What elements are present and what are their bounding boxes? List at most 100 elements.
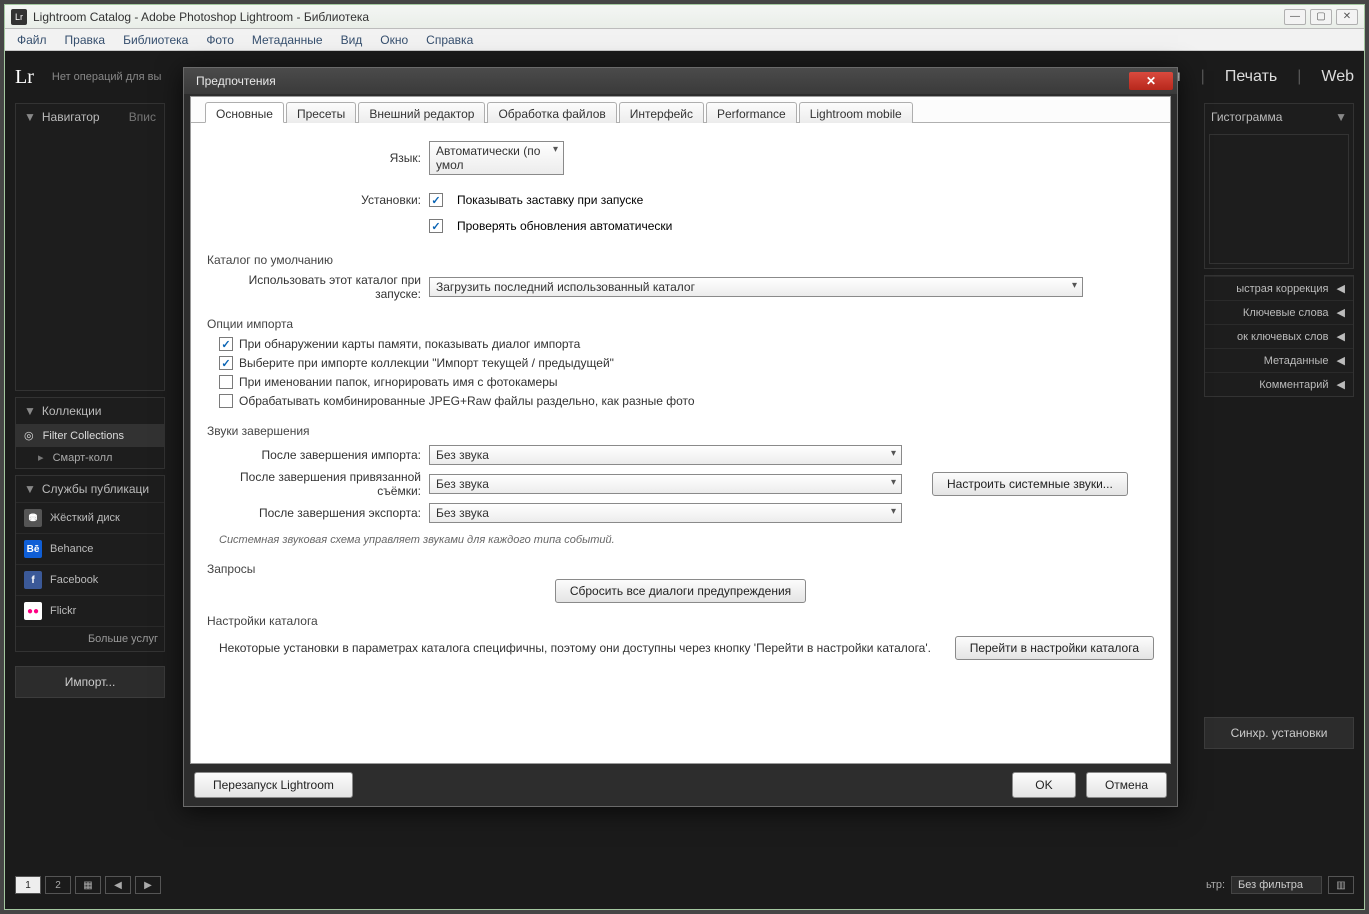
sound-import-select[interactable]: Без звука [429,445,902,465]
module-separator: | [1201,68,1205,86]
tab-interface[interactable]: Интерфейс [619,102,704,123]
cancel-button[interactable]: Отмена [1086,772,1167,798]
flickr-icon: ●● [24,602,42,620]
panel-keywords[interactable]: Ключевые слова ◀ [1205,300,1353,324]
sound-tether-select[interactable]: Без звука [429,474,902,494]
dialog-close-button[interactable]: ✕ [1129,72,1173,90]
ignore-camera-name-checkbox[interactable] [219,375,233,389]
check-updates-checkbox[interactable] [429,219,443,233]
panel-keywords-label: Ключевые слова [1243,307,1329,319]
sounds-group-title: Звуки завершения [207,424,1154,438]
ok-button[interactable]: OK [1012,772,1076,798]
reset-dialogs-button[interactable]: Сбросить все диалоги предупреждения [555,579,806,603]
dialog-titlebar: Предпочтения ✕ [184,68,1177,94]
publish-service-flickr[interactable]: ●● Flickr [16,595,164,626]
panel-collections[interactable]: ▼ Коллекции [16,398,164,424]
module-web[interactable]: Web [1321,68,1354,86]
lr-no-op-text: Нет операций для вы [52,71,161,83]
nav-next[interactable]: ▶ [135,876,161,894]
filmstrip-bar: 1 2 ▦ ◀ ▶ ьтр: Без фильтра ▥ [15,873,1354,897]
startup-catalog-select[interactable]: Загрузить последний использованный катал… [429,277,1083,297]
ignore-camera-name-label: При именовании папок, игнорировать имя с… [239,375,558,389]
publish-service-hdd[interactable]: ⛃ Жёсткий диск [16,502,164,533]
nav-prev[interactable]: ◀ [105,876,131,894]
import-options-group-title: Опции импорта [207,317,1154,331]
sync-settings-button[interactable]: Синхр. установки [1204,717,1354,749]
chevron-left-icon: ◀ [1337,330,1345,343]
publish-service-behance[interactable]: Bē Behance [16,533,164,564]
behance-icon: Bē [24,540,42,558]
tab-external-editor[interactable]: Внешний редактор [358,102,485,123]
language-select[interactable]: Автоматически (по умол [429,141,564,175]
module-separator: | [1297,68,1301,86]
tab-file-handling[interactable]: Обработка файлов [487,102,616,123]
panel-metadata-label: Метаданные [1264,355,1329,367]
menu-help[interactable]: Справка [418,31,481,49]
app-titlebar: Lr Lightroom Catalog - Adobe Photoshop L… [5,5,1364,29]
language-label: Язык: [207,151,429,165]
lr-logo: Lr [15,66,34,89]
menubar: Файл Правка Библиотека Фото Метаданные В… [5,29,1364,51]
sound-export-select[interactable]: Без звука [429,503,902,523]
chevron-down-icon: ▼ [24,404,36,418]
panel-comment[interactable]: Комментарий ◀ [1205,372,1353,396]
import-button[interactable]: Импорт... [15,666,165,698]
filter-select[interactable]: Без фильтра [1231,876,1322,894]
panel-publish-label: Службы публикаци [42,482,149,496]
menu-library[interactable]: Библиотека [115,31,196,49]
menu-edit[interactable]: Правка [57,31,114,49]
tab-general[interactable]: Основные [205,102,284,123]
menu-file[interactable]: Файл [9,31,55,49]
more-services-link[interactable]: Больше услуг [16,626,164,651]
panel-navigator[interactable]: ▼ Навигатор Впис [16,104,164,130]
window-maximize-button[interactable]: ▢ [1310,9,1332,25]
panel-quick-label: ыстрая коррекция [1236,283,1328,295]
module-print[interactable]: Печать [1225,68,1277,86]
window-minimize-button[interactable]: — [1284,9,1306,25]
import-dialog-checkbox[interactable] [219,337,233,351]
view-mode-1[interactable]: 1 [15,876,41,894]
filter-lock-icon[interactable]: ▥ [1328,876,1354,894]
panel-histogram[interactable]: Гистограмма ▼ [1205,104,1353,130]
publish-service-hdd-label: Жёсткий диск [50,512,120,524]
navigator-sub: Впис [129,110,156,124]
sounds-hint: Системная звуковая схема управляет звука… [219,534,1154,546]
view-mode-2[interactable]: 2 [45,876,71,894]
publish-service-facebook[interactable]: f Facebook [16,564,164,595]
tab-lr-mobile[interactable]: Lightroom mobile [799,102,913,123]
goto-catalog-settings-button[interactable]: Перейти в настройки каталога [955,636,1154,660]
restart-lightroom-button[interactable]: Перезапуск Lightroom [194,772,353,798]
tab-presets[interactable]: Пресеты [286,102,356,123]
menu-metadata[interactable]: Метаданные [244,31,331,49]
chevron-left-icon: ◀ [1337,354,1345,367]
filter-collections-label: Filter Collections [43,430,124,442]
window-close-button[interactable]: ✕ [1336,9,1358,25]
hdd-icon: ⛃ [24,509,42,527]
app-icon: Lr [11,9,27,25]
use-catalog-label: Использовать этот каталог при запуске: [207,273,429,301]
chevron-left-icon: ◀ [1337,306,1345,319]
menu-window[interactable]: Окно [372,31,416,49]
sound-tether-label: После завершения привязанной съёмки: [207,470,429,498]
splash-checkbox[interactable] [429,193,443,207]
view-mode-grid[interactable]: ▦ [75,876,101,894]
smart-collections-item[interactable]: ▸ Смарт-колл [16,447,164,468]
panel-quick-develop[interactable]: ыстрая коррекция ◀ [1205,276,1353,300]
dialog-title: Предпочтения [196,74,276,88]
system-sounds-button[interactable]: Настроить системные звуки... [932,472,1128,496]
menu-view[interactable]: Вид [333,31,371,49]
chevron-down-icon: ▼ [24,482,36,496]
menu-photo[interactable]: Фото [198,31,242,49]
app-title: Lightroom Catalog - Adobe Photoshop Ligh… [33,10,369,24]
panel-publish-services[interactable]: ▼ Службы публикаци [16,476,164,502]
tab-performance[interactable]: Performance [706,102,797,123]
import-collection-checkbox[interactable] [219,356,233,370]
preferences-dialog: Предпочтения ✕ Основные Пресеты Внешний … [183,67,1178,807]
separate-jpeg-raw-checkbox[interactable] [219,394,233,408]
chevron-down-icon: ▼ [1335,110,1347,124]
panel-metadata[interactable]: Метаданные ◀ [1205,348,1353,372]
panel-keyword-list[interactable]: ок ключевых слов ◀ [1205,324,1353,348]
install-label: Установки: [207,193,429,207]
filter-collections-item[interactable]: ◎ Filter Collections [16,424,164,447]
catalog-settings-group-title: Настройки каталога [207,614,1154,628]
